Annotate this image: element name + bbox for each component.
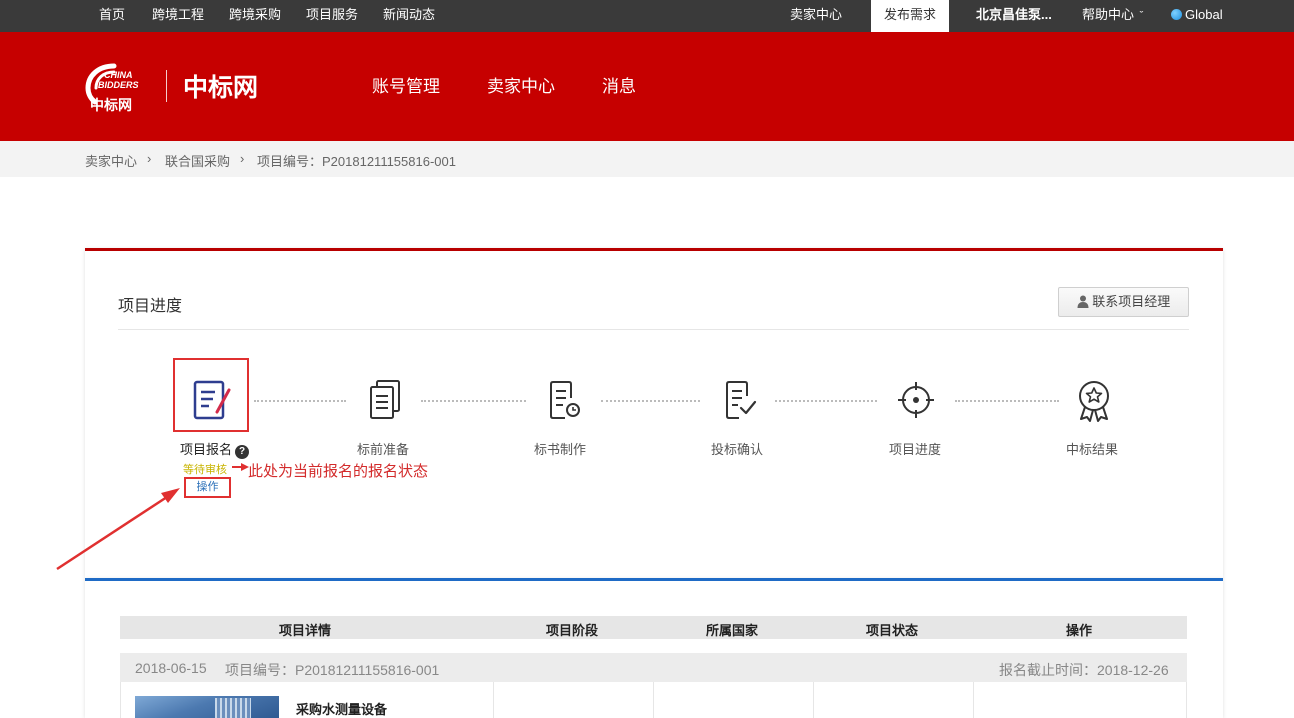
topnav-seller-center[interactable]: 卖家中心 (790, 0, 842, 32)
topnav-news[interactable]: 新闻动态 (383, 0, 435, 32)
step-bid-preparation[interactable] (533, 378, 593, 426)
help-icon[interactable]: ? (235, 445, 250, 459)
step-connector (601, 400, 700, 402)
topnav-project-services[interactable]: 项目服务 (306, 0, 358, 32)
project-thumbnail[interactable] (135, 696, 279, 718)
project-name[interactable]: 采购水测量设备 (296, 699, 387, 718)
panel-title: 项目进度 (118, 298, 183, 315)
documents-icon (370, 380, 400, 419)
china-bidders-logo[interactable]: CHINA BIDDERS 中标网 (84, 60, 154, 116)
nav-account-management[interactable]: 账号管理 (372, 72, 440, 97)
step-bid-confirmation[interactable] (709, 378, 769, 426)
breadcrumb: 卖家中心 › 联合国采购 › 项目编号：P20181211155816-001 (0, 141, 1294, 177)
project-date: 2018-06-15 (135, 660, 207, 676)
column-divider (493, 682, 494, 718)
contact-project-manager-button[interactable]: 联系项目经理 (1058, 287, 1189, 317)
logo-divider (166, 70, 167, 102)
column-divider (813, 682, 814, 718)
step-connector (955, 400, 1059, 402)
table-header: 项目详情 项目阶段 所属国家 项目状态 操作 (120, 616, 1187, 639)
top-bar: 首页 跨境工程 跨境采购 项目服务 新闻动态 卖家中心 发布需求 北京昌佳泵..… (0, 0, 1294, 32)
breadcrumb-project-number: 项目编号：P20181211155816-001 (257, 154, 456, 169)
language-global-link[interactable]: Global (1171, 0, 1223, 32)
project-number: 项目编号：P20181211155816-001 (225, 662, 440, 678)
step-label-registration: 项目报名? (180, 439, 250, 459)
operation-link[interactable]: 操作 (184, 477, 231, 498)
step-bid-result[interactable] (1064, 378, 1124, 426)
user-icon (1077, 295, 1089, 308)
registration-deadline: 报名截止时间：2018-12-26 (999, 662, 1169, 678)
step-project-progress[interactable] (886, 378, 946, 426)
column-header-country: 所属国家 (706, 623, 759, 638)
column-divider (653, 682, 654, 718)
project-group-row: 2018-06-15 项目编号：P20181211155816-001 报名截止… (120, 653, 1187, 682)
document-clock-icon (550, 381, 580, 419)
topnav-cross-border-procurement[interactable]: 跨境采购 (229, 0, 281, 32)
step-label-bid-result: 中标结果 (1066, 442, 1119, 457)
help-center-label: 帮助中心 (1082, 7, 1135, 22)
globe-icon (1171, 9, 1182, 20)
annotation-highlight-box (173, 358, 249, 432)
svg-text:CHINA: CHINA (104, 70, 133, 80)
site-header: CHINA BIDDERS 中标网 中标网 账号管理 卖家中心 消息 (0, 32, 1294, 141)
site-name[interactable]: 中标网 (183, 68, 258, 104)
step-connector (775, 400, 877, 402)
chevron-down-icon: ˇ (1139, 10, 1144, 22)
breadcrumb-separator: › (147, 151, 152, 166)
registration-status: 等待审核 (183, 464, 227, 476)
help-center-menu[interactable]: 帮助中心 ˇ (1082, 0, 1143, 32)
step-label-bid-preparation: 标书制作 (534, 442, 587, 457)
step-connector (421, 400, 526, 402)
project-progress-panel: 项目进度 联系项目经理 (85, 248, 1223, 578)
divider (118, 329, 1189, 330)
breadcrumb-separator: › (240, 151, 245, 166)
topnav-home[interactable]: 首页 (99, 0, 125, 32)
annotation-note: 此处为当前报名的报名状态 (248, 463, 429, 480)
column-header-status: 项目状态 (866, 623, 919, 638)
contact-button-label: 联系项目经理 (1092, 294, 1171, 309)
column-header-details: 项目详情 (279, 623, 332, 638)
step-label-bid-confirmation: 投标确认 (711, 442, 764, 457)
crosshair-icon (898, 382, 934, 418)
column-divider (973, 682, 974, 718)
step-label-pre-bid: 标前准备 (357, 442, 410, 457)
global-label: Global (1185, 7, 1223, 22)
column-header-stage: 项目阶段 (546, 623, 599, 638)
svg-text:BIDDERS: BIDDERS (98, 80, 139, 90)
breadcrumb-seller-center[interactable]: 卖家中心 (85, 151, 137, 170)
column-header-actions: 操作 (1066, 623, 1093, 638)
company-account-link[interactable]: 北京昌佳泵... (976, 0, 1052, 32)
breadcrumb-un-procurement[interactable]: 联合国采购 (165, 151, 230, 170)
nav-messages[interactable]: 消息 (602, 72, 636, 97)
step-label-text: 项目报名 (180, 442, 233, 457)
document-check-icon (726, 381, 757, 419)
nav-seller-center[interactable]: 卖家中心 (487, 72, 555, 97)
svg-text:中标网: 中标网 (90, 97, 132, 114)
award-icon (1079, 381, 1109, 422)
step-connector (254, 400, 346, 402)
step-label-project-progress: 项目进度 (889, 442, 942, 457)
publish-request-button[interactable]: 发布需求 (871, 0, 949, 32)
topnav-cross-border-engineering[interactable]: 跨境工程 (152, 0, 204, 32)
step-pre-bid[interactable] (355, 378, 415, 426)
